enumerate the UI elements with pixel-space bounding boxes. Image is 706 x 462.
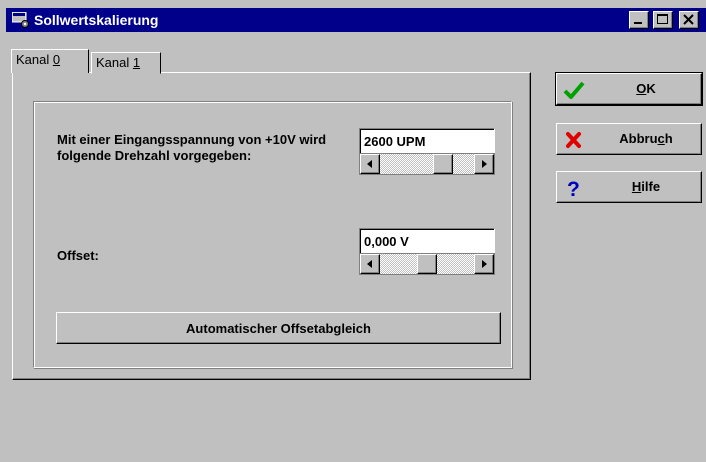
question-mark-icon: ? xyxy=(567,178,580,198)
scroll-right-button[interactable] xyxy=(474,154,494,174)
maximize-button[interactable] xyxy=(653,11,673,29)
button-accesskey: O xyxy=(636,81,647,96)
offset-scrollbar[interactable] xyxy=(359,253,495,275)
checkmark-icon xyxy=(563,81,585,99)
ok-button[interactable]: OK xyxy=(555,72,703,106)
svg-text:?: ? xyxy=(567,178,580,198)
title-bar[interactable]: Sollwertskalierung xyxy=(6,8,706,32)
close-icon xyxy=(683,14,694,25)
button-accesskey: c xyxy=(657,131,665,146)
tab-label: Kanal xyxy=(16,52,53,67)
tab-kanal-0[interactable]: Kanal 0 xyxy=(11,49,89,73)
scroll-right-button[interactable] xyxy=(474,254,494,274)
arrow-right-icon xyxy=(482,160,487,168)
arrow-left-icon xyxy=(367,260,372,268)
tab-label-accesskey: 1 xyxy=(132,55,141,70)
offset-label: Offset: xyxy=(57,248,99,263)
cancel-button[interactable]: Abbruch xyxy=(556,123,702,155)
scroll-track[interactable] xyxy=(380,154,474,174)
app-window-icon[interactable] xyxy=(12,12,30,28)
tab-label-accesskey: 0 xyxy=(52,52,61,67)
minimize-icon xyxy=(634,22,642,24)
window-title: Sollwertskalierung xyxy=(34,12,159,28)
minimize-button[interactable] xyxy=(629,11,649,29)
button-label: Abbru xyxy=(619,131,658,146)
scroll-left-button[interactable] xyxy=(360,154,380,174)
scroll-left-button[interactable] xyxy=(360,254,380,274)
maximize-icon xyxy=(657,14,668,24)
button-label: h xyxy=(664,131,673,146)
tab-kanal-1[interactable]: Kanal 1 xyxy=(91,52,161,74)
red-x-icon xyxy=(566,132,581,148)
button-label: K xyxy=(646,81,656,96)
tab-label: Kanal xyxy=(96,55,133,70)
rpm-value-field[interactable]: 2600 UPM xyxy=(359,128,495,154)
close-button[interactable] xyxy=(679,11,699,29)
auto-offset-button[interactable]: Automatischer Offsetabgleich xyxy=(56,312,501,344)
rpm-scrollbar[interactable] xyxy=(359,153,495,175)
offset-value-field[interactable]: 0,000 V xyxy=(359,228,495,254)
arrow-left-icon xyxy=(367,160,372,168)
button-label: ilfe xyxy=(641,179,661,194)
rpm-label: Mit einer Eingangsspannung von +10V wird… xyxy=(57,132,327,163)
scroll-thumb[interactable] xyxy=(433,154,454,174)
arrow-right-icon xyxy=(482,260,487,268)
help-button[interactable]: ? Hilfe xyxy=(556,171,702,203)
scroll-thumb[interactable] xyxy=(417,254,437,274)
button-accesskey: H xyxy=(631,179,642,194)
